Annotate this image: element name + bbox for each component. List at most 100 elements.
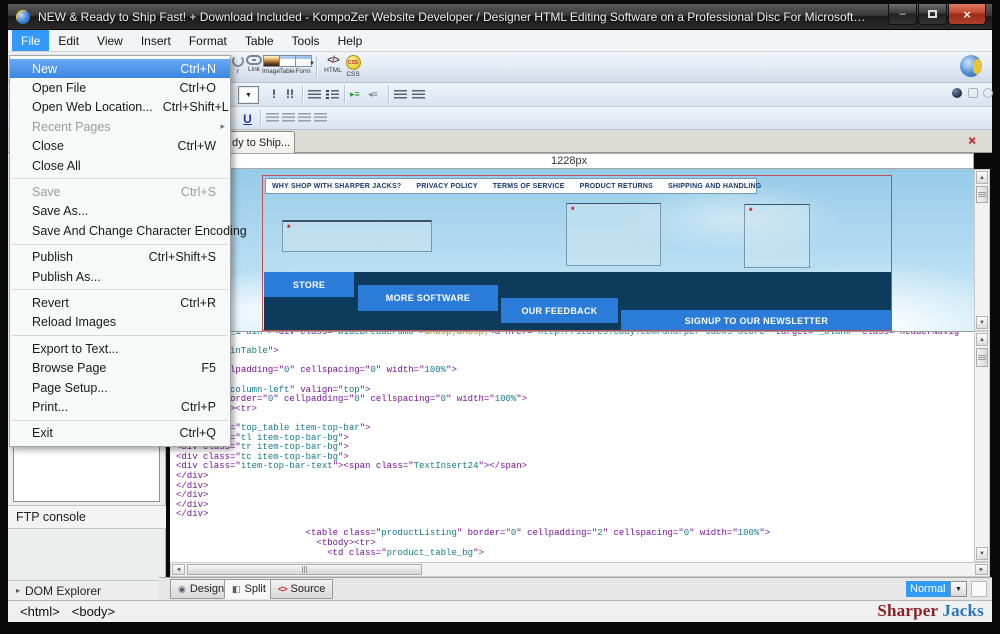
statusbar-body-tag[interactable]: <body> [72,604,115,619]
ftp-console-header[interactable]: FTP console [8,505,166,529]
paragraph-format-combo[interactable]: ▼ [238,86,259,104]
design-view[interactable]: WHY SHOP WITH SHARPER JACKS? PRIVACY POLI… [170,169,974,331]
browse-globe-icon[interactable] [960,55,982,77]
paragraph-format-value[interactable]: Normal [906,581,950,597]
outdent-icon[interactable]: ◂≡ [368,89,378,99]
statusbar-html-tag[interactable]: <html> [20,604,60,619]
thumb-grip [302,566,308,573]
file-menu-item-save-and-change-character-encoding[interactable]: Save And Change Character Encoding [10,221,230,240]
maximize-button[interactable] [918,4,947,25]
align-right-icon[interactable] [412,90,425,100]
align-left-icon[interactable] [394,90,407,100]
form-field-box[interactable]: * [744,204,810,268]
file-menu-item-revert[interactable]: RevertCtrl+R [10,293,230,312]
source-code[interactable]: class="row_1 bin"><div class="wideBreadc… [176,331,959,558]
menubar-item-insert[interactable]: Insert [132,30,180,51]
sphere-tool-icon[interactable] [952,88,962,98]
form-field-box[interactable]: * [282,220,432,252]
source-horizontal-scrollbar[interactable]: ◄ ► [170,562,990,577]
form-field-box[interactable]: * [566,203,661,266]
source-vertical-scrollbar[interactable]: ▲ ▼ [974,331,990,562]
menu-item-label: Reload Images [32,315,216,329]
file-menu-item-publish[interactable]: PublishCtrl+Shift+S [10,248,230,267]
page-button-our-feedback[interactable]: OUR FEEDBACK [501,298,618,323]
css-button[interactable]: CSS CSS [339,53,367,81]
menu-item-label: Close All [32,159,216,173]
close-page-icon[interactable]: × [968,133,976,148]
file-menu-item-page-setup[interactable]: Page Setup... [10,378,230,397]
file-menu-item-save[interactable]: SaveCtrl+S [10,182,230,201]
scroll-right-icon[interactable]: ► [975,564,988,575]
menubar-item-format[interactable]: Format [180,30,236,51]
file-menu-item-reload-images[interactable]: Reload Images [10,313,230,332]
file-menu-item-publish-as[interactable]: Publish As... [10,267,230,286]
file-menu-item-export-to-text[interactable]: Export to Text... [10,339,230,358]
scroll-up-icon[interactable]: ▲ [976,333,988,346]
file-menu-item-open-file[interactable]: Open FileCtrl+O [10,78,230,97]
menubar-item-file[interactable]: File [12,30,49,51]
view-tab-design[interactable]: ◉Design [170,579,232,599]
page-nav-link[interactable]: TERMS OF SERVICE [493,183,565,190]
sidebar-listbox[interactable] [13,439,160,502]
close-button[interactable]: × [948,4,986,25]
file-menu-item-close[interactable]: CloseCtrl+W [10,137,230,156]
bullet-list-icon[interactable] [326,90,339,100]
file-menu-item-exit[interactable]: ExitCtrl+Q [10,424,230,443]
selected-page-container[interactable]: WHY SHOP WITH SHARPER JACKS? PRIVACY POLI… [262,175,892,331]
shape-tool-icon[interactable] [968,88,978,98]
align-right-button[interactable] [298,113,311,123]
align-left-button[interactable] [266,113,279,123]
menubar-item-edit[interactable]: Edit [49,30,88,51]
file-menu-item-browse-page[interactable]: Browse PageF5 [10,358,230,377]
file-menu-item-open-web-location[interactable]: Open Web Location...Ctrl+Shift+L [10,98,230,117]
source-code-line: "ProductMainTable"> [176,347,959,357]
format-dropdown-arrow[interactable]: ▼ [950,581,967,597]
menubar-item-view[interactable]: View [88,30,132,51]
page-nav-link[interactable]: WHY SHOP WITH SHARPER JACKS? [272,183,401,190]
view-tab-split[interactable]: ◧Split [224,579,274,599]
menu-item-label: Page Setup... [32,381,216,395]
source-code-line: <tbody><tr> [176,405,959,415]
file-menu-item-print[interactable]: Print...Ctrl+P [10,397,230,416]
scroll-down-icon[interactable]: ▼ [976,547,988,560]
page-button-store[interactable]: STORE [264,272,354,297]
strong-emphasis-button[interactable]: !! [286,87,294,101]
form-button[interactable]: Form [289,53,317,81]
page-nav-link[interactable]: PRODUCT RETURNS [580,183,653,190]
menubar-item-table[interactable]: Table [236,30,283,51]
design-vertical-scrollbar[interactable]: ▲ ▼ [974,169,990,331]
title-bar[interactable]: NEW & Ready to Ship Fast! + Download Inc… [8,4,992,30]
scroll-down-icon[interactable]: ▼ [976,316,988,329]
align-justify-button[interactable] [314,113,327,123]
toolbar-separator [260,110,261,126]
dom-explorer-header[interactable]: ▸ DOM Explorer [8,580,166,600]
page-button-signup-to-our-newsletter[interactable]: SIGNUP TO OUR NEWSLETTER [621,310,892,331]
view-tab-label: Split [245,583,266,595]
source-scroll-thumb[interactable] [976,348,988,367]
numbered-list-icon[interactable] [308,90,321,100]
form-dropdown-arrow[interactable]: ▼ [309,61,315,67]
file-menu-item-new[interactable]: NewCtrl+N [10,59,230,78]
circle-tool-icon[interactable] [983,88,993,98]
menubar-item-tools[interactable]: Tools [283,30,329,51]
page-nav-link[interactable]: SHIPPING AND HANDLING [668,183,761,190]
underline-button[interactable]: U [239,110,256,127]
minimize-button[interactable]: – [888,4,917,25]
scroll-left-icon[interactable]: ◄ [172,564,185,575]
file-menu-item-recent-pages[interactable]: Recent Pages▸ [10,117,230,136]
view-tab-source[interactable]: <>Source [270,579,333,599]
design-scroll-thumb[interactable] [976,186,988,203]
horizontal-scroll-thumb[interactable] [187,564,422,575]
scroll-up-icon[interactable]: ▲ [976,171,988,184]
page-nav-link[interactable]: PRIVACY POLICY [416,183,477,190]
emphasis-button[interactable]: ! [272,87,276,101]
eye-icon: ◉ [178,585,186,594]
source-view[interactable]: class="row_1 bin"><div class="wideBreadc… [170,331,974,562]
indent-icon[interactable]: ▸≡ [350,89,360,99]
menu-item-shortcut: Ctrl+Shift+S [149,250,216,264]
page-button-more-software[interactable]: MORE SOFTWARE [358,285,498,311]
align-center-button[interactable] [282,113,295,123]
menubar-item-help[interactable]: Help [329,30,372,51]
file-menu-item-save-as[interactable]: Save As... [10,202,230,221]
file-menu-item-close-all[interactable]: Close All [10,156,230,175]
